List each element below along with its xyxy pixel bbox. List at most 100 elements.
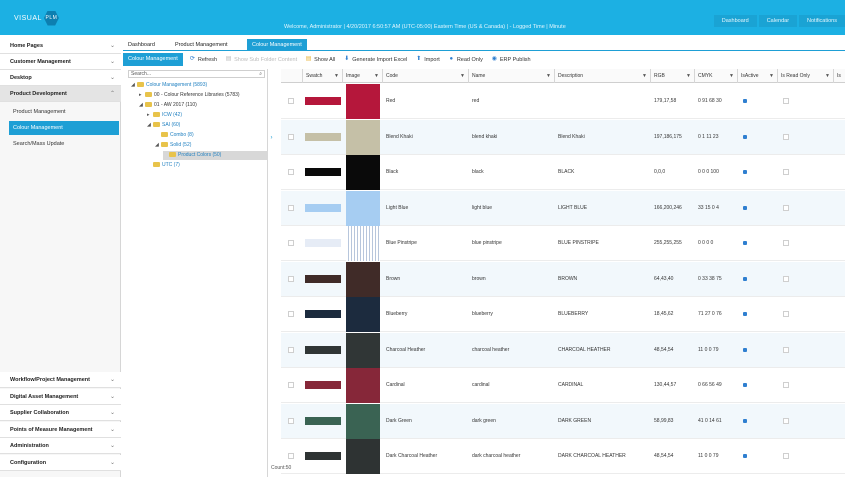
table-row[interactable]: Cardinal cardinal CARDINAL 130,44,57 0 66 56… (281, 368, 845, 403)
cell-rgb[interactable]: 58,99,83 (651, 404, 695, 439)
filter-icon[interactable]: ▼ (546, 69, 551, 83)
colour-image[interactable] (346, 403, 380, 439)
grid-header-code[interactable]: Code ▼ (383, 69, 469, 83)
cell-cmyk[interactable]: 0 0 0 100 (695, 155, 738, 190)
isactive-check-icon[interactable] (743, 276, 747, 281)
colour-image[interactable] (346, 155, 380, 190)
table-row[interactable]: Dark Green dark green DARK GREEN 58,99,83 41… (281, 403, 845, 439)
show-all-button[interactable]: ▤ Show All (305, 56, 335, 63)
filter-icon[interactable]: ▼ (729, 69, 734, 83)
isactive-check-icon[interactable] (743, 134, 747, 139)
isreadonly-checkbox[interactable] (783, 133, 789, 140)
cell-code[interactable]: Red (383, 84, 469, 119)
colour-image[interactable] (346, 190, 380, 226)
cell-code[interactable]: Blueberry (383, 297, 469, 332)
row-checkbox[interactable] (288, 311, 294, 317)
header-link-notifications[interactable]: Notifications (799, 15, 845, 27)
isreadonly-checkbox[interactable] (783, 275, 789, 282)
cell-rgb[interactable]: 48,54,54 (651, 439, 695, 474)
row-checkbox[interactable] (288, 98, 294, 104)
cell-rgb[interactable]: 130,44,57 (651, 368, 695, 403)
cell-cmyk[interactable]: 71 27 0 76 (695, 297, 738, 332)
cell-cmyk[interactable]: 33 15 0 4 (695, 191, 738, 226)
table-row[interactable]: Blueberry blueberry BLUEBERRY 18,45,62 71 27… (281, 297, 845, 332)
cell-desc[interactable]: BLUE PINSTRIPE (555, 226, 651, 261)
row-checkbox[interactable] (288, 453, 294, 459)
grid-header-image[interactable]: Image ▼ (343, 69, 383, 83)
cell-desc[interactable]: DARK CHARCOAL HEATHER (555, 439, 651, 474)
cell-name[interactable]: light blue (469, 191, 555, 226)
colour-image[interactable] (346, 368, 380, 403)
row-checkbox[interactable] (288, 169, 294, 175)
table-row[interactable]: Blend Khaki blend khaki Blend Khaki 197,186… (281, 119, 845, 155)
cell-name[interactable]: blend khaki (469, 120, 555, 155)
cell-desc[interactable]: BROWN (555, 262, 651, 297)
cell-code[interactable]: Blend Khaki (383, 120, 469, 155)
search-icon[interactable]: ⌕ (259, 71, 262, 78)
colour-image[interactable] (346, 119, 380, 155)
cell-code[interactable]: Light Blue (383, 191, 469, 226)
cell-name[interactable]: black (469, 155, 555, 190)
row-checkbox[interactable] (288, 204, 294, 211)
cell-desc[interactable]: CARDINAL (555, 368, 651, 403)
cell-desc[interactable]: LIGHT BLUE (555, 191, 651, 226)
isreadonly-checkbox[interactable] (783, 346, 789, 353)
tree-node[interactable]: ◢ Colour Management (5893) (131, 81, 207, 90)
isreadonly-checkbox[interactable] (783, 417, 789, 424)
cell-code[interactable]: Charcoal Heather (383, 333, 469, 368)
tree-node[interactable]: Product Colors (50) (163, 151, 268, 160)
cell-cmyk[interactable]: 11 0 0 79 (695, 439, 738, 474)
isreadonly-checkbox[interactable] (783, 98, 789, 104)
isactive-check-icon[interactable] (743, 347, 747, 352)
row-checkbox[interactable] (288, 346, 294, 353)
tree-search-input[interactable]: Search... ⌕ (128, 70, 265, 78)
cell-rgb[interactable]: 179,17,58 (651, 84, 695, 119)
table-row[interactable]: Red red 179,17,58 0 91 68 30 (281, 84, 845, 119)
nav-section-administration[interactable]: Administration ⌄ (0, 438, 121, 454)
colour-image[interactable] (346, 84, 380, 119)
isreadonly-checkbox[interactable] (783, 311, 789, 317)
nav-section-customer-management[interactable]: Customer Management ⌄ (0, 54, 121, 70)
cell-rgb[interactable]: 64,43,40 (651, 262, 695, 297)
cell-name[interactable]: blue pinstripe (469, 226, 555, 261)
cell-name[interactable]: blueberry (469, 297, 555, 332)
grid-header-cmyk[interactable]: CMYK ▼ (695, 69, 738, 83)
nav-section-digital-asset-management[interactable]: Digital Asset Management ⌄ (0, 388, 121, 405)
cell-code[interactable]: Blue Pinstripe (383, 226, 469, 261)
filter-icon[interactable]: ▼ (642, 69, 647, 83)
refresh-button[interactable]: ⟳ Refresh (189, 56, 217, 63)
cell-cmyk[interactable]: 0 66 56 49 (695, 368, 738, 403)
cell-name[interactable]: dark green (469, 404, 555, 439)
row-checkbox[interactable] (288, 275, 294, 282)
cell-code[interactable]: Dark Green (383, 404, 469, 439)
cell-rgb[interactable]: 48,54,54 (651, 333, 695, 368)
nav-item-colour-management[interactable]: Colour Management (9, 121, 119, 135)
tree-node[interactable]: ▸ 00 - Colour Reference Libraries (5783) (139, 91, 240, 100)
cell-desc[interactable]: Blend Khaki (555, 120, 651, 155)
colour-image[interactable] (346, 439, 380, 474)
nav-section-supplier-collaboration[interactable]: Supplier Collaboration ⌄ (0, 405, 121, 421)
tree-node[interactable]: UTC (7) (147, 161, 180, 170)
grid-header-description[interactable]: Description ▼ (555, 69, 651, 83)
nav-item-search-mass-update[interactable]: Search/Mass Update (9, 137, 119, 151)
cell-desc[interactable]: CHARCOAL HEATHER (555, 333, 651, 368)
show-sub-folder-content-button[interactable]: ▤ Show Sub Folder Content (225, 56, 297, 63)
cell-code[interactable]: Dark Charcoal Heather (383, 439, 469, 474)
grid-header-isactive[interactable]: IsActive ▼ (738, 69, 778, 83)
cell-name[interactable]: brown (469, 262, 555, 297)
cell-name[interactable]: cardinal (469, 368, 555, 403)
row-checkbox[interactable] (288, 382, 294, 388)
colour-image[interactable] (346, 261, 380, 297)
cell-desc[interactable]: BLACK (555, 155, 651, 190)
import-button[interactable]: ⬆ Import (415, 56, 440, 63)
isactive-check-icon[interactable] (743, 241, 747, 245)
cell-desc[interactable]: BLUEBERRY (555, 297, 651, 332)
filter-icon[interactable]: ▼ (460, 69, 465, 83)
isactive-check-icon[interactable] (743, 383, 747, 387)
erp-publish-button[interactable]: ◉ ERP Publish (491, 56, 531, 63)
nav-section-product-development[interactable]: Product Development ⌃ (0, 86, 121, 102)
table-row[interactable]: Light Blue light blue LIGHT BLUE 166,200,24… (281, 190, 845, 226)
isactive-check-icon[interactable] (743, 312, 747, 316)
grid-header-is[interactable]: Is▼ (834, 69, 845, 83)
isactive-check-icon[interactable] (743, 205, 747, 210)
